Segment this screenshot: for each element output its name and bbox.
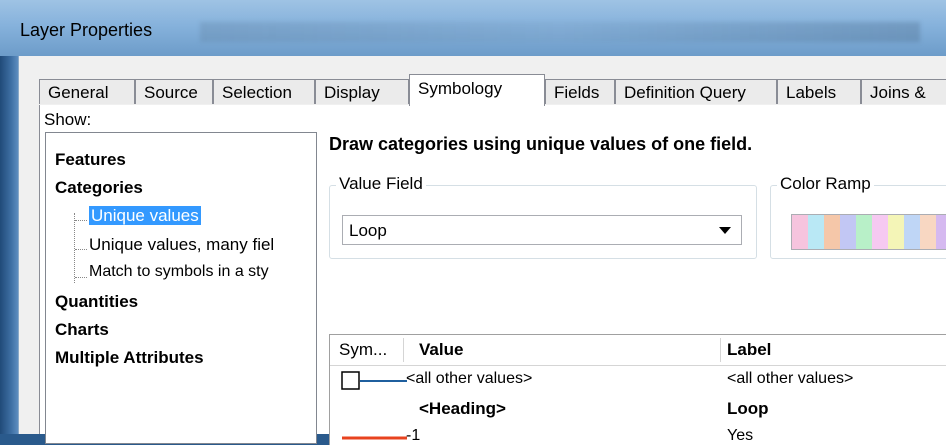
row-label: Yes: [727, 427, 754, 444]
tab-label: Display: [324, 83, 380, 102]
dropdown-arrow-icon: [719, 227, 731, 234]
table-row[interactable]: -1 Yes: [330, 427, 946, 445]
column-divider[interactable]: [720, 338, 721, 362]
tree-item-label: Quantities: [55, 292, 139, 311]
tree-item-quantities[interactable]: Quantities: [55, 292, 138, 312]
tab-label: Selection: [222, 83, 292, 102]
tree-item-multiple-attributes[interactable]: Multiple Attributes: [55, 348, 204, 368]
header-symbol[interactable]: Sym...: [339, 340, 387, 360]
tree-connector: [75, 249, 87, 250]
value-field-group: Value Field Loop: [329, 174, 757, 259]
color-ramp-swatch: [824, 215, 840, 249]
color-ramp-swatch: [936, 215, 946, 249]
tree-item-unique-values[interactable]: Unique values: [89, 206, 201, 226]
color-ramp-dropdown[interactable]: [791, 214, 946, 250]
tree-item-match-to-symbols[interactable]: Match to symbols in a sty: [89, 263, 269, 281]
tab-label: Joins &: [870, 83, 926, 102]
title-bar[interactable]: Layer Properties: [0, 0, 946, 56]
tab-label: Definition Query: [624, 83, 746, 102]
color-ramp-swatch: [792, 215, 808, 249]
tab-symbology[interactable]: Symbology: [409, 74, 545, 106]
tab-definition-query[interactable]: Definition Query: [615, 79, 777, 104]
value-field-legend: Value Field: [336, 174, 426, 194]
table-header: Sym... Value Label: [330, 335, 946, 366]
value-field-selected: Loop: [349, 221, 387, 240]
unique-values-table[interactable]: Sym... Value Label <all other values> <a…: [329, 334, 946, 445]
symbol-box-line-icon: [341, 371, 407, 390]
tab-fields[interactable]: Fields: [545, 79, 615, 104]
color-ramp-swatch: [888, 215, 904, 249]
show-tree[interactable]: Features Categories Unique values Unique…: [45, 132, 317, 444]
tab-strip: General Source Selection Display Symbolo…: [39, 74, 946, 106]
header-value[interactable]: Value: [419, 340, 463, 360]
color-ramp-legend: Color Ramp: [777, 174, 874, 194]
show-label: Show:: [44, 110, 92, 129]
row-label: <all other values>: [727, 370, 854, 387]
color-ramp-swatch: [808, 215, 824, 249]
tree-item-unique-values-many-fields[interactable]: Unique values, many fiel: [89, 235, 274, 255]
color-ramp-swatch: [856, 215, 872, 249]
tree-connector: [74, 213, 75, 283]
color-ramp-swatch: [840, 215, 856, 249]
symbol-line-icon: [342, 436, 407, 440]
table-row[interactable]: <all other values> <all other values>: [330, 370, 946, 392]
symbology-description: Draw categories using unique values of o…: [329, 134, 753, 154]
tab-display[interactable]: Display: [315, 79, 409, 104]
layer-properties-dialog: General Source Selection Display Symbolo…: [18, 56, 946, 445]
tab-selection[interactable]: Selection: [213, 79, 315, 104]
row-value: <Heading>: [419, 399, 506, 418]
value-field-dropdown[interactable]: Loop: [342, 215, 742, 245]
header-label[interactable]: Label: [727, 340, 771, 360]
tab-label: Source: [144, 83, 198, 102]
tree-item-label: Unique values: [89, 206, 201, 225]
table-row[interactable]: <Heading> Loop: [330, 399, 946, 421]
color-ramp-swatch: [904, 215, 920, 249]
color-ramp-group: Color Ramp: [770, 174, 946, 259]
window-frame: [0, 56, 18, 434]
tree-connector: [75, 277, 87, 278]
tree-item-label: Match to symbols in a sty: [89, 263, 269, 280]
tree-connector: [75, 220, 87, 221]
tab-label: General: [48, 83, 109, 102]
tab-label: Symbology: [418, 79, 503, 98]
row-value: -1: [406, 427, 421, 444]
color-ramp-swatch: [920, 215, 936, 249]
tree-item-label: Charts: [55, 320, 109, 339]
tree-item-categories[interactable]: Categories: [55, 178, 143, 198]
window-title: Layer Properties: [20, 20, 153, 40]
tab-joins[interactable]: Joins &: [861, 79, 946, 104]
symbology-panel: Show: Features Categories Unique values …: [39, 105, 946, 445]
blurred-background: [200, 22, 920, 42]
row-value: <all other values>: [406, 370, 533, 387]
row-label: Loop: [727, 399, 769, 418]
tree-item-label: Features: [55, 150, 126, 169]
tab-general[interactable]: General: [39, 79, 135, 104]
tree-item-features[interactable]: Features: [55, 150, 126, 170]
tree-item-charts[interactable]: Charts: [55, 320, 109, 340]
tree-item-label: Categories: [55, 178, 143, 197]
color-ramp-swatch: [872, 215, 888, 249]
tab-label: Labels: [786, 83, 837, 102]
tab-source[interactable]: Source: [135, 79, 213, 104]
tree-item-label: Unique values, many fiel: [89, 235, 275, 254]
tree-item-label: Multiple Attributes: [55, 348, 204, 367]
tab-labels[interactable]: Labels: [777, 79, 861, 104]
column-divider[interactable]: [403, 338, 404, 362]
tab-label: Fields: [554, 83, 600, 102]
